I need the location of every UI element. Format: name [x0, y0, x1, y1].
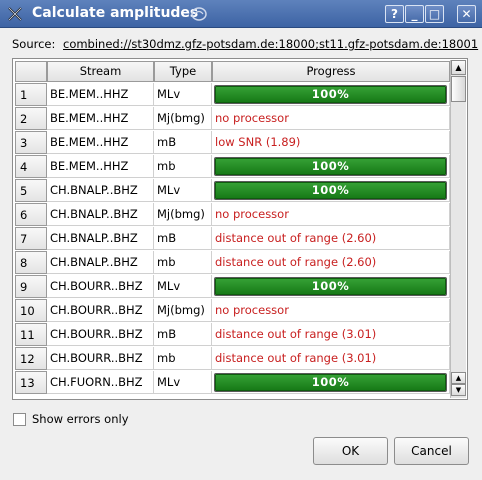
minimize-button[interactable]: _	[405, 5, 424, 23]
type-cell[interactable]: MLv	[154, 83, 212, 106]
stream-cell[interactable]: CH.BNALP..BHZ	[47, 203, 154, 226]
type-cell[interactable]: Mj(bmg)	[154, 203, 212, 226]
status-message: no processor	[215, 207, 289, 221]
window-menu-icon[interactable]	[190, 5, 208, 23]
stream-cell[interactable]: CH.FUORN..BHZ	[47, 371, 154, 394]
scroll-down-arrow-icon[interactable]: ▼	[451, 384, 466, 396]
stream-cell[interactable]: CH.BNALP..BHZ	[47, 179, 154, 202]
type-cell[interactable]: MLv	[154, 179, 212, 202]
cancel-button[interactable]: Cancel	[394, 437, 469, 465]
row-number[interactable]: 1	[15, 83, 47, 106]
progress-value: 100%	[311, 375, 350, 389]
help-button[interactable]: ?	[385, 5, 404, 23]
stream-cell[interactable]: CH.BOURR..BHZ	[47, 275, 154, 298]
progress-cell[interactable]: no processor	[212, 107, 450, 130]
header-stream[interactable]: Stream	[47, 61, 154, 82]
stream-cell[interactable]: CH.BNALP..BHZ	[47, 227, 154, 250]
progress-value: 100%	[311, 183, 350, 197]
row-number[interactable]: 13	[15, 371, 47, 394]
source-label: Source:	[12, 37, 56, 51]
status-message: distance out of range (2.60)	[215, 255, 377, 269]
row-number[interactable]: 6	[15, 203, 47, 226]
scroll-up-arrow-icon-bottom[interactable]: ▲	[451, 372, 466, 384]
show-errors-only-label[interactable]: Show errors only	[32, 412, 129, 426]
stream-cell[interactable]: CH.BOURR..BHZ	[47, 323, 154, 346]
status-message: no processor	[215, 111, 289, 125]
status-message: low SNR (1.89)	[215, 135, 301, 149]
progress-cell[interactable]: 100%	[212, 83, 450, 106]
progress-cell[interactable]: distance out of range (2.60)	[212, 227, 450, 250]
status-message: distance out of range (3.01)	[215, 327, 377, 341]
type-cell[interactable]: Mj(bmg)	[154, 299, 212, 322]
row-number[interactable]: 7	[15, 227, 47, 250]
progress-cell[interactable]: 100%	[212, 371, 450, 394]
type-cell[interactable]: mb	[154, 251, 212, 274]
type-cell[interactable]: mb	[154, 155, 212, 178]
header-row-number[interactable]	[15, 61, 47, 82]
progress-bar: 100%	[214, 181, 447, 200]
amplitudes-table[interactable]: Stream Type Progress 1 BE.MEM..HHZ MLv 100%…	[12, 58, 468, 400]
progress-value: 100%	[311, 159, 350, 173]
stream-cell[interactable]: CH.BOURR..BHZ	[47, 299, 154, 322]
app-icon	[8, 7, 22, 21]
progress-bar: 100%	[214, 277, 447, 296]
progress-cell[interactable]: distance out of range (3.01)	[212, 323, 450, 346]
vertical-scrollbar[interactable]: ▲ ▲ ▼	[450, 60, 466, 398]
progress-cell[interactable]: distance out of range (3.01)	[212, 347, 450, 370]
ok-button[interactable]: OK	[313, 437, 388, 465]
progress-value: 100%	[311, 87, 350, 101]
progress-cell[interactable]: no processor	[212, 203, 450, 226]
type-cell[interactable]: MLv	[154, 275, 212, 298]
scroll-thumb[interactable]	[451, 76, 466, 102]
progress-bar: 100%	[214, 157, 447, 176]
progress-cell[interactable]: distance out of range (2.60)	[212, 251, 450, 274]
header-progress[interactable]: Progress	[212, 61, 450, 82]
show-errors-only-checkbox[interactable]	[13, 413, 26, 426]
status-message: distance out of range (3.01)	[215, 351, 377, 365]
type-cell[interactable]: MLv	[154, 371, 212, 394]
type-cell[interactable]: mb	[154, 347, 212, 370]
row-number[interactable]: 4	[15, 155, 47, 178]
row-number[interactable]: 8	[15, 251, 47, 274]
row-number[interactable]: 2	[15, 107, 47, 130]
progress-cell[interactable]: 100%	[212, 275, 450, 298]
row-number[interactable]: 9	[15, 275, 47, 298]
stream-cell[interactable]: BE.MEM..HHZ	[47, 131, 154, 154]
window-title: Calculate amplitudes	[32, 5, 199, 21]
stream-cell[interactable]: BE.MEM..HHZ	[47, 155, 154, 178]
source-value: combined://st30dmz.gfz-potsdam.de:18000;…	[63, 37, 479, 51]
close-button[interactable]: ✕	[457, 5, 476, 23]
type-cell[interactable]: mB	[154, 227, 212, 250]
maximize-button[interactable]: □	[425, 5, 444, 23]
type-cell[interactable]: mB	[154, 323, 212, 346]
type-cell[interactable]: mB	[154, 131, 212, 154]
progress-value: 100%	[311, 279, 350, 293]
row-number[interactable]: 10	[15, 299, 47, 322]
status-message: no processor	[215, 303, 289, 317]
row-number[interactable]: 3	[15, 131, 47, 154]
progress-cell[interactable]: 100%	[212, 155, 450, 178]
progress-cell[interactable]: 100%	[212, 179, 450, 202]
row-number[interactable]: 5	[15, 179, 47, 202]
row-number[interactable]: 12	[15, 347, 47, 370]
header-type[interactable]: Type	[154, 61, 212, 82]
stream-cell[interactable]: BE.MEM..HHZ	[47, 83, 154, 106]
scroll-up-arrow-icon[interactable]: ▲	[451, 60, 466, 75]
progress-bar: 100%	[214, 373, 447, 392]
row-number[interactable]: 11	[15, 323, 47, 346]
progress-cell[interactable]: no processor	[212, 299, 450, 322]
title-bar[interactable]: Calculate amplitudes ? _ □ ✕	[0, 0, 482, 28]
progress-bar: 100%	[214, 85, 447, 104]
progress-cell[interactable]: low SNR (1.89)	[212, 131, 450, 154]
stream-cell[interactable]: BE.MEM..HHZ	[47, 107, 154, 130]
status-message: distance out of range (2.60)	[215, 231, 377, 245]
stream-cell[interactable]: CH.BNALP..BHZ	[47, 251, 154, 274]
stream-cell[interactable]: CH.BOURR..BHZ	[47, 347, 154, 370]
type-cell[interactable]: Mj(bmg)	[154, 107, 212, 130]
